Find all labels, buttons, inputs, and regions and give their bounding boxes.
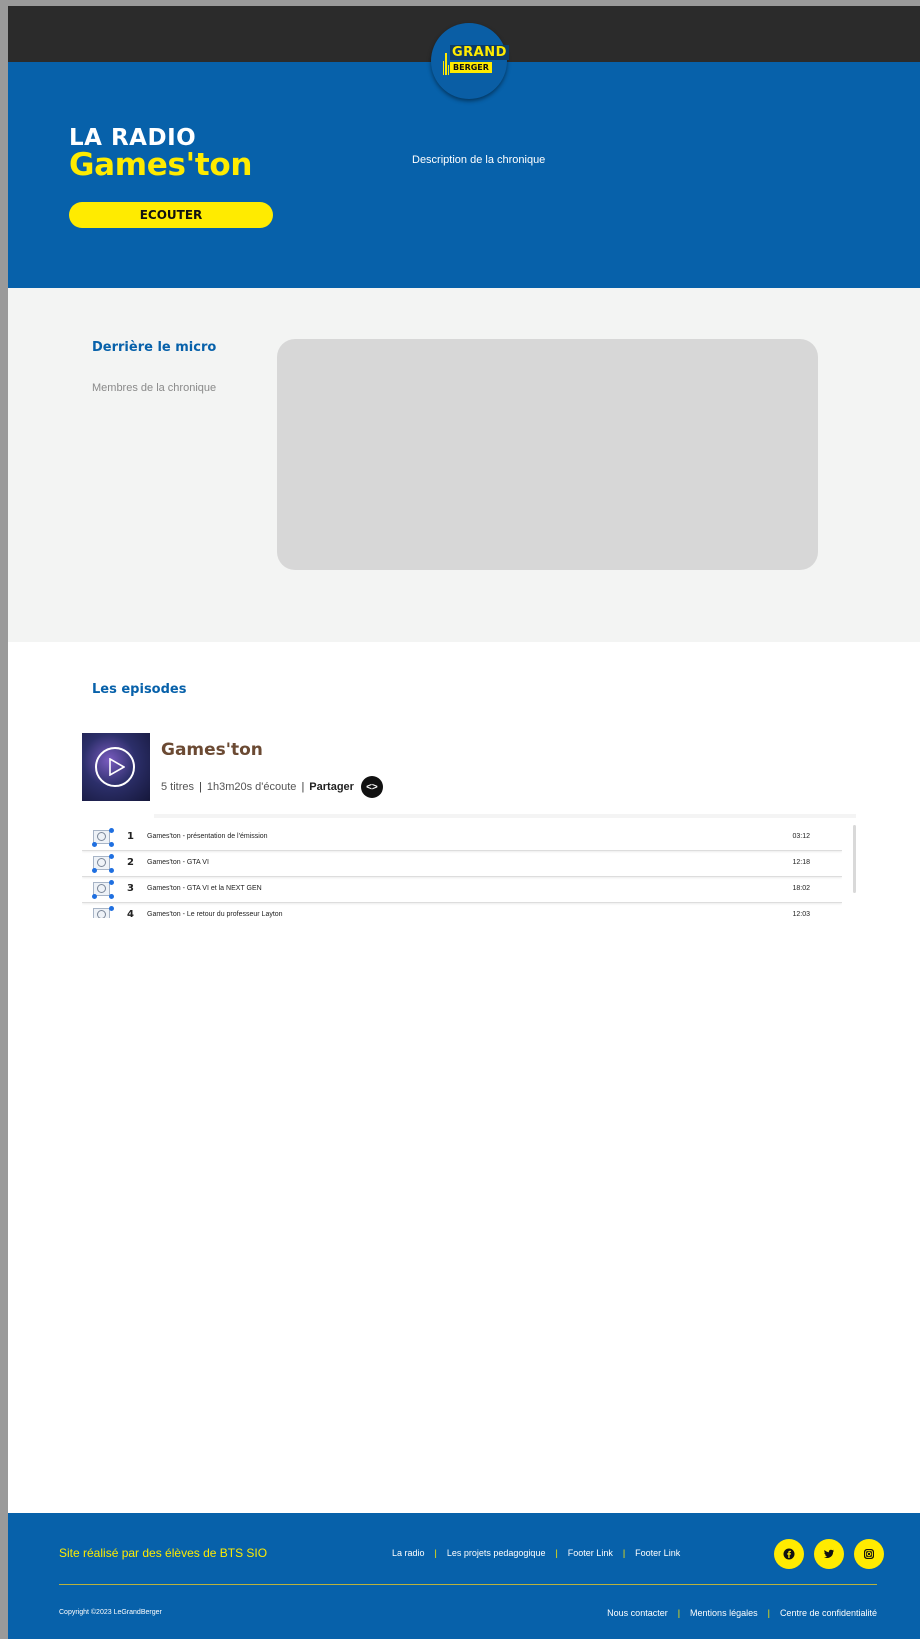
site-logo[interactable]: GRAND BERGER — [431, 23, 509, 99]
show-description: Description de la chronique — [412, 154, 546, 166]
legal-notice-link[interactable]: Mentions légales — [690, 1608, 758, 1618]
track-list-scrollbar[interactable] — [853, 825, 856, 893]
meta-separator: | — [199, 781, 202, 793]
track-count: 5 titres — [161, 781, 195, 793]
playlist-meta: 5 titres | 1h3m20s d'écoute | Partager <… — [161, 776, 383, 798]
section-title-episodes: Les episodes — [92, 682, 187, 697]
track-number: 2 — [127, 857, 134, 868]
meta-separator: | — [301, 781, 305, 793]
track-title: Games'ton - présentation de l'émission — [147, 833, 268, 840]
twitter-icon[interactable] — [814, 1539, 844, 1569]
play-icon[interactable] — [95, 747, 135, 787]
legal-separator: | — [677, 1608, 681, 1618]
track-duration: 12:03 — [792, 911, 810, 918]
track-number: 4 — [127, 909, 134, 918]
show-title: Games'ton — [69, 147, 253, 183]
nav-separator: | — [434, 1548, 437, 1558]
embed-share-icon[interactable]: <> — [360, 776, 383, 798]
footer-credit: Site réalisé par des élèves de BTS SIO — [59, 1546, 268, 1560]
track-title: Games'ton - GTA VI — [147, 859, 209, 866]
image-placeholder-icon — [92, 828, 114, 847]
playlist-title: Games'ton — [161, 740, 263, 760]
footer-divider — [59, 1584, 877, 1585]
divider — [154, 814, 856, 818]
image-placeholder-icon — [93, 906, 114, 918]
track-duration: 18:02 — [792, 885, 810, 892]
logo-text-berger: BERGER — [450, 62, 492, 73]
total-duration: 1h3m20s d'écoute — [206, 781, 297, 793]
footer-link-projects[interactable]: Les projets pedagogique — [447, 1548, 546, 1558]
track-duration: 12:18 — [792, 859, 810, 866]
legal-separator: | — [767, 1608, 770, 1618]
track-list: 1 Games'ton - présentation de l'émission… — [82, 825, 842, 918]
contact-link[interactable]: Nous contacter — [607, 1608, 668, 1618]
track-row[interactable]: 3 Games'ton - GTA VI et la NEXT GEN 18:0… — [82, 877, 842, 903]
nav-separator: | — [555, 1548, 558, 1558]
track-number: 3 — [127, 883, 134, 894]
sound-wave-icon — [443, 47, 449, 75]
track-title: Games'ton - Le retour du professeur Layt… — [147, 911, 283, 918]
nav-separator: | — [622, 1548, 626, 1558]
track-number: 1 — [127, 831, 134, 842]
footer-link-3[interactable]: Footer Link — [568, 1548, 613, 1558]
track-title: Games'ton - GTA VI et la NEXT GEN — [147, 885, 262, 892]
track-duration: 03:12 — [792, 833, 810, 840]
behind-the-mic-section: Derrière le micro Membres de la chroniqu… — [8, 288, 920, 642]
site-footer: Site réalisé par des élèves de BTS SIO L… — [8, 1513, 920, 1639]
footer-legal-links: Nous contacter | Mentions légales | Cent… — [607, 1608, 877, 1618]
track-row[interactable]: 2 Games'ton - GTA VI 12:18 — [82, 851, 842, 877]
logo-mark: GRAND BERGER — [443, 43, 509, 79]
image-placeholder-icon — [92, 880, 114, 899]
footer-link-radio[interactable]: La radio — [392, 1548, 425, 1558]
privacy-center-link[interactable]: Centre de confidentialité — [780, 1608, 877, 1618]
image-placeholder-icon — [92, 854, 114, 873]
facebook-icon[interactable] — [774, 1539, 804, 1569]
footer-nav: La radio | Les projets pedagogique | Foo… — [392, 1548, 680, 1558]
section-title-micro: Derrière le micro — [92, 340, 217, 355]
share-label[interactable]: Partager — [309, 781, 354, 793]
track-row[interactable]: 1 Games'ton - présentation de l'émission… — [82, 825, 842, 851]
copyright-text: Copyright ©2023 LeGrandBerger — [59, 1609, 162, 1616]
members-text: Membres de la chronique — [92, 382, 217, 394]
playlist-cover — [82, 733, 150, 801]
listen-button[interactable]: ECOUTER — [69, 202, 273, 228]
instagram-icon[interactable] — [854, 1539, 884, 1569]
media-placeholder — [277, 339, 818, 570]
footer-link-4[interactable]: Footer Link — [635, 1548, 680, 1558]
logo-text-grand: GRAND — [450, 45, 509, 60]
track-row[interactable]: 4 Games'ton - Le retour du professeur La… — [82, 903, 842, 918]
playlist-player: Games'ton 5 titres | 1h3m20s d'écoute | … — [82, 733, 866, 923]
page: GRAND BERGER LA RADIO Games'ton ECOUTER … — [8, 6, 920, 1639]
